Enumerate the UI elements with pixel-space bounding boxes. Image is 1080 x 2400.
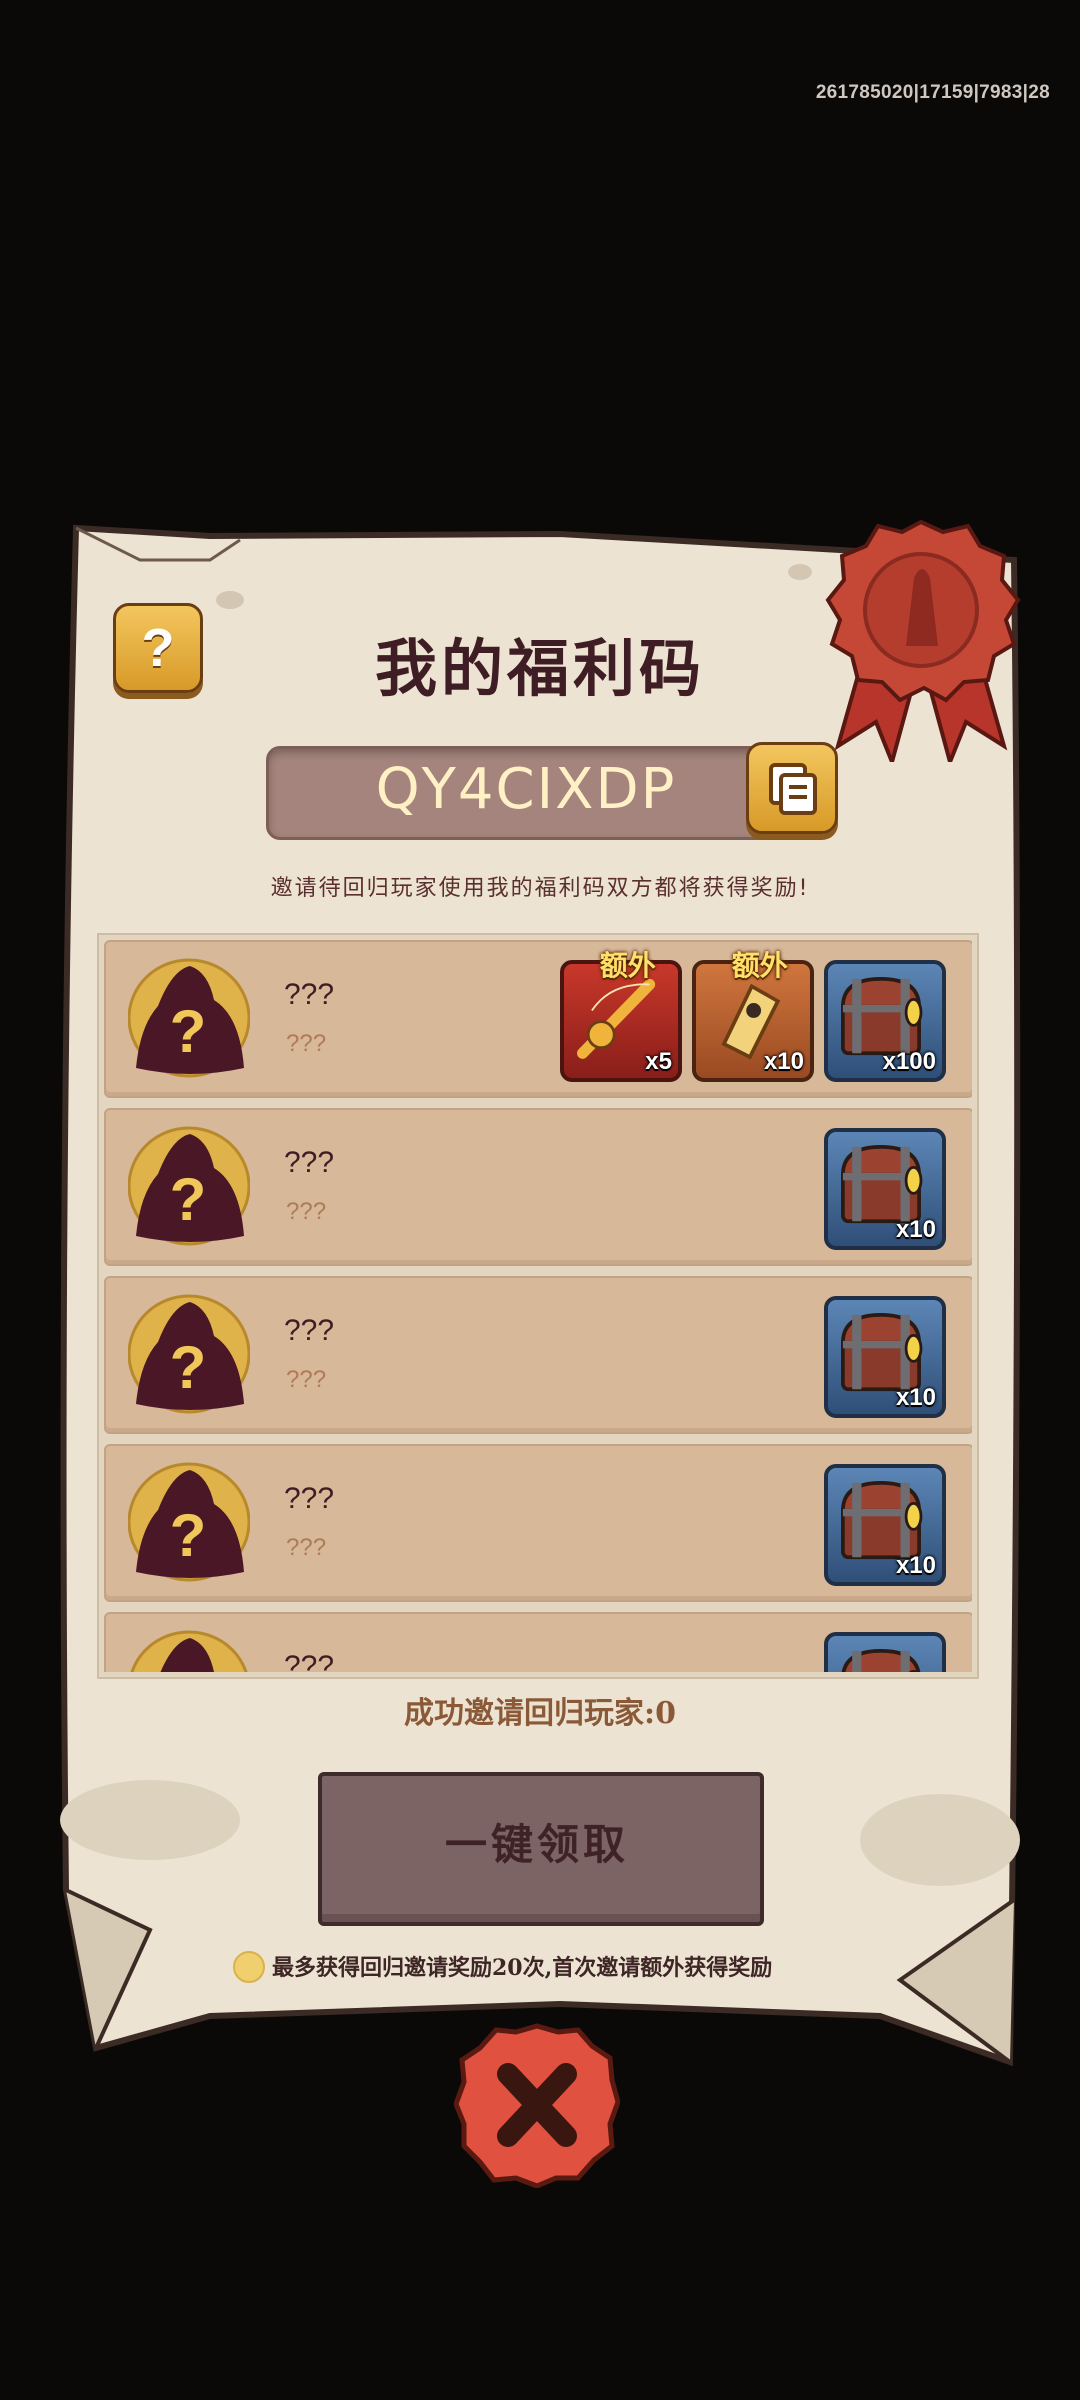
invite-code-text: QY4CIXDP xyxy=(375,757,677,822)
reward-item-chest[interactable]: x10 xyxy=(824,1296,946,1418)
copy-code-button[interactable] xyxy=(746,742,838,834)
invite-row: ? ?????? x10 xyxy=(104,1108,972,1266)
reward-item-rod[interactable]: x5 额外 xyxy=(560,949,682,1082)
reward-count: x100 xyxy=(882,1048,936,1075)
question-mark-icon: ? xyxy=(141,618,175,678)
reward-item-chest[interactable]: x100 xyxy=(824,960,946,1082)
svg-text:?: ? xyxy=(170,1334,207,1401)
close-icon xyxy=(454,2023,620,2188)
unknown-avatar-icon: ? xyxy=(127,1460,251,1584)
reward-count: x10 xyxy=(895,1552,936,1579)
reward-item-chest[interactable]: x10 xyxy=(824,1632,946,1672)
unknown-avatar-icon: ? xyxy=(127,1292,251,1416)
reward-count: x10 xyxy=(895,1384,936,1411)
invite-row: ? ?????? x5 额外 x10 额外 x100 xyxy=(104,940,972,1098)
close-button[interactable] xyxy=(454,2022,620,2188)
extra-reward-badge: 额外 xyxy=(599,949,656,982)
player-name: ??? xyxy=(284,1314,335,1347)
svg-text:?: ? xyxy=(170,1670,207,1672)
reward-item-chest[interactable]: x10 xyxy=(824,1128,946,1250)
player-status: ??? xyxy=(286,1366,327,1393)
svg-text:?: ? xyxy=(170,1502,207,1569)
copy-icon xyxy=(769,763,817,815)
player-status: ??? xyxy=(286,1534,327,1561)
player-name: ??? xyxy=(284,1650,335,1672)
player-status: ??? xyxy=(286,1198,327,1225)
unknown-avatar-icon: ? xyxy=(127,956,251,1080)
reward-item-chest[interactable]: x10 xyxy=(824,1464,946,1586)
help-button[interactable]: ? xyxy=(113,603,203,693)
player-name: ??? xyxy=(284,1482,335,1515)
reward-count: x10 xyxy=(895,1216,936,1243)
invite-description: 邀请待回归玩家使用我的福利码双方都将获得奖励! xyxy=(270,876,810,901)
reward-item-ticket[interactable]: x10 额外 xyxy=(692,949,814,1082)
claim-all-label: 一键领取 xyxy=(444,1820,629,1869)
page-title: 我的福利码 xyxy=(374,632,705,705)
player-name: ??? xyxy=(284,978,335,1011)
invite-row: ? ?????? x10 xyxy=(104,1276,972,1434)
invite-row: ? ?????? x10 xyxy=(104,1612,972,1672)
svg-text:?: ? xyxy=(170,998,207,1065)
unknown-avatar-icon: ? xyxy=(128,1628,250,1672)
extra-reward-badge: 额外 xyxy=(731,949,788,982)
invite-reward-list[interactable]: ? ?????? x5 额外 x10 额外 x100 ? ?????? x10 ? … xyxy=(104,940,972,1672)
player-status: ??? xyxy=(286,1030,327,1057)
svg-text:?: ? xyxy=(170,1166,207,1233)
reward-count: x10 xyxy=(763,1048,804,1075)
player-name: ??? xyxy=(284,1146,335,1179)
reward-limit-note: 最多获得回归邀请奖励20次,首次邀请额外获得奖励 xyxy=(272,1955,773,1981)
unknown-avatar-icon: ? xyxy=(127,1124,251,1248)
info-icon xyxy=(233,1951,265,1983)
reward-count: x5 xyxy=(645,1048,672,1075)
invite-success-count: 成功邀请回归玩家:0 xyxy=(404,1696,676,1731)
invite-row: ? ?????? x10 xyxy=(104,1444,972,1602)
